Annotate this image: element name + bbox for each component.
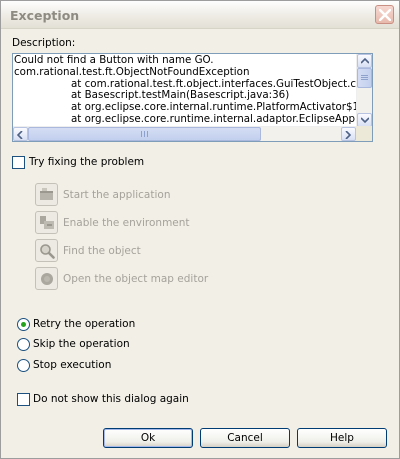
try-fixing-checkbox[interactable] [12, 156, 25, 169]
dont-show-checkbox[interactable] [17, 393, 30, 406]
application-icon [40, 188, 53, 200]
scroll-left-button[interactable] [13, 127, 28, 141]
open-object-map-button[interactable] [35, 267, 58, 290]
cancel-button[interactable]: Cancel [200, 428, 290, 448]
close-icon [379, 9, 391, 21]
skip-label[interactable]: Skip the operation [33, 338, 130, 350]
arrow-right-icon [345, 131, 351, 139]
vertical-scroll-thumb[interactable] [357, 68, 372, 88]
dont-show-label[interactable]: Do not show this dialog again [33, 393, 189, 405]
vertical-scrollbar[interactable] [356, 54, 372, 127]
description-textarea[interactable]: Could not find a Button with name GO. co… [12, 53, 373, 142]
arrow-down-icon [361, 117, 369, 123]
retry-radio[interactable] [17, 318, 30, 331]
scroll-right-button[interactable] [341, 127, 356, 141]
start-application-label: Start the application [63, 189, 171, 201]
description-label: Description: [12, 37, 76, 49]
stop-label[interactable]: Stop execution [33, 359, 111, 371]
description-line: at org.eclipse.core.runtime.internal.ada… [71, 112, 356, 125]
object-map-icon [41, 273, 53, 285]
environment-icon [40, 216, 54, 229]
help-button[interactable]: Help [297, 428, 387, 448]
horizontal-scroll-thumb[interactable] [28, 127, 261, 141]
skip-radio[interactable] [17, 338, 30, 351]
start-application-button[interactable] [35, 183, 58, 206]
ok-button[interactable]: Ok [103, 428, 193, 448]
horizontal-scrollbar[interactable] [13, 126, 356, 141]
title-bar[interactable]: Exception [1, 1, 399, 29]
description-line: com.rational.test.ft.ObjectNotFoundExcep… [14, 65, 250, 78]
scroll-up-button[interactable] [357, 54, 372, 68]
find-object-label: Find the object [63, 245, 141, 257]
enable-environment-button[interactable] [35, 211, 58, 234]
enable-environment-label: Enable the environment [63, 217, 190, 229]
try-fixing-label[interactable]: Try fixing the problem [29, 156, 144, 168]
magnifier-icon [40, 244, 55, 259]
open-object-map-label: Open the object map editor [63, 273, 209, 285]
arrow-left-icon [17, 131, 23, 139]
stop-radio[interactable] [17, 359, 30, 372]
scroll-corner [356, 126, 372, 141]
arrow-up-icon [361, 58, 369, 64]
exception-dialog: Exception Description: Could not find a … [0, 0, 400, 459]
window-title: Exception [10, 8, 80, 23]
description-text: Could not find a Button with name GO. co… [14, 55, 356, 128]
scroll-down-button[interactable] [357, 113, 372, 127]
find-object-button[interactable] [35, 239, 58, 262]
retry-label[interactable]: Retry the operation [33, 318, 135, 330]
close-button[interactable] [375, 5, 394, 24]
